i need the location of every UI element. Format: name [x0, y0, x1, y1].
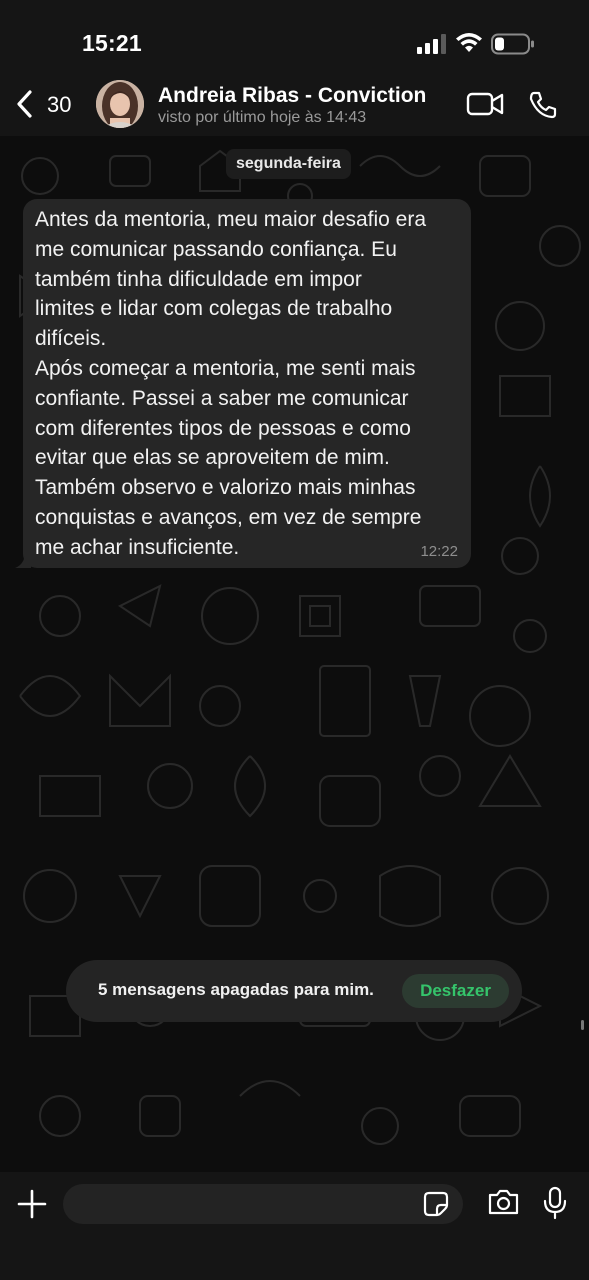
contact-avatar[interactable]: [96, 80, 144, 128]
message-composer: [0, 1172, 589, 1280]
status-time: 15:21: [82, 30, 142, 56]
message-text: Antes da mentoria, meu maior desafio era…: [35, 208, 427, 559]
date-separator: segunda-feira: [226, 149, 351, 179]
avatar-photo-icon: [96, 80, 144, 128]
voice-call-icon[interactable]: [528, 90, 558, 120]
camera-icon[interactable]: [487, 1188, 520, 1216]
last-seen-status: visto por último hoje às 14:43: [158, 109, 367, 126]
video-call-icon[interactable]: [466, 90, 504, 118]
battery-icon: [491, 33, 534, 55]
wifi-icon: [456, 33, 482, 52]
unread-count[interactable]: 30: [47, 92, 71, 118]
plus-icon[interactable]: [17, 1189, 47, 1219]
back-chevron-icon[interactable]: [14, 90, 36, 118]
deleted-messages-toast: 5 mensagens apagadas para mim. Desfazer: [66, 960, 522, 1022]
undo-button[interactable]: Desfazer: [402, 974, 509, 1008]
cellular-signal-icon: [417, 34, 446, 54]
microphone-icon[interactable]: [543, 1186, 567, 1220]
contact-name[interactable]: Andreia Ribas - Conviction: [158, 84, 426, 108]
status-bar: 15:21: [0, 0, 589, 80]
sticker-icon[interactable]: [423, 1191, 449, 1217]
message-input[interactable]: [63, 1184, 463, 1224]
bubble-tail: [15, 552, 31, 568]
incoming-message-bubble[interactable]: Antes da mentoria, meu maior desafio era…: [15, 199, 471, 568]
chat-header: 30 Andreia Ribas - Conviction visto por …: [0, 80, 589, 136]
message-timestamp: 12:22: [420, 543, 458, 560]
toast-message: 5 mensagens apagadas para mim.: [98, 980, 374, 999]
scroll-indicator: [581, 1020, 584, 1030]
